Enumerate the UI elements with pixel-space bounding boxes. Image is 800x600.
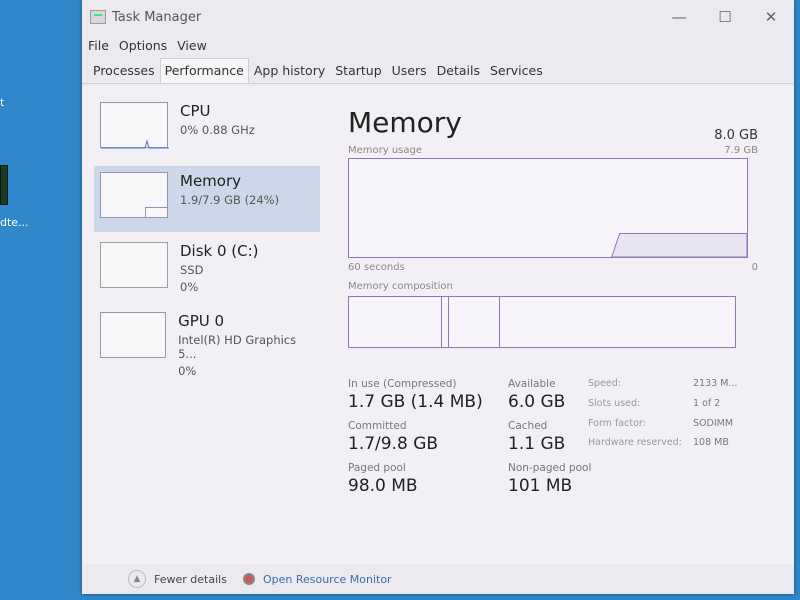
committed-value: 1.7/9.8 GB <box>348 434 439 454</box>
tab-users[interactable]: Users <box>387 58 432 83</box>
composition-label: Memory composition <box>348 281 453 292</box>
time-axis-min: 0 <box>751 262 758 273</box>
nonpaged-pool-label: Non-paged pool <box>508 462 592 474</box>
committed-label: Committed <box>348 420 407 432</box>
usage-area <box>611 232 747 257</box>
cached-label: Cached <box>508 420 548 432</box>
sidebar-item-gpu[interactable]: GPU 0 Intel(R) HD Graphics 5... 0% <box>94 306 320 378</box>
tab-services[interactable]: Services <box>485 58 548 83</box>
title-bar: Task Manager — ☐ ✕ <box>82 0 794 34</box>
sidebar-item-disk[interactable]: Disk 0 (C:) SSD 0% <box>94 236 320 302</box>
cpu-thumbnail-graph <box>100 102 169 149</box>
memory-thumbnail-graph <box>100 172 168 218</box>
sidebar-item-detail: 0% <box>180 280 199 294</box>
desktop-label: dte... <box>0 216 29 229</box>
disk-thumbnail-graph <box>100 242 168 288</box>
sidebar-item-label: CPU <box>180 102 211 120</box>
hardware-info: Speed: 2133 M... Slots used: 1 of 2 Form f… <box>588 378 746 454</box>
composition-in-use[interactable] <box>349 297 442 347</box>
hw-reserved-value: 108 MB <box>693 437 729 449</box>
resource-monitor-icon <box>242 573 255 585</box>
slots-value: 1 of 2 <box>693 397 721 409</box>
in-use-value: 1.7 GB (1.4 MB) <box>348 392 483 412</box>
cached-value: 1.1 GB <box>508 434 566 454</box>
sidebar-item-label: Disk 0 (C:) <box>180 242 259 260</box>
tab-processes[interactable]: Processes <box>88 58 160 83</box>
composition-modified[interactable] <box>442 297 450 347</box>
sidebar-item-memory[interactable]: Memory 1.9/7.9 GB (24%) <box>94 166 320 232</box>
usage-label: Memory usage <box>348 145 423 156</box>
task-manager-icon <box>90 10 106 24</box>
sidebar-item-cpu[interactable]: CPU 0% 0.88 GHz <box>94 96 320 162</box>
sidebar-item-label: GPU 0 <box>178 312 225 330</box>
minimize-button[interactable]: — <box>656 0 702 34</box>
available-value: 6.0 GB <box>508 392 566 412</box>
speed-label: Speed: <box>588 378 621 389</box>
composition-free[interactable] <box>500 297 735 347</box>
sidebar-item-detail: Intel(R) HD Graphics 5... <box>178 333 297 361</box>
page-title: Memory <box>348 106 462 139</box>
menu-bar: File Options View <box>82 34 794 56</box>
composition-standby[interactable] <box>449 297 500 347</box>
menu-options[interactable]: Options <box>119 38 167 53</box>
form-factor-label: Form factor: <box>588 417 646 429</box>
resource-sidebar: CPU 0% 0.88 GHz Memory 1.9/7.9 GB (24%) … <box>94 96 320 378</box>
tab-bar: Processes Performance App history Startu… <box>82 56 794 84</box>
gpu-thumbnail-graph <box>100 312 167 358</box>
fewer-details-button[interactable]: Fewer details <box>154 573 227 586</box>
sidebar-item-detail: SSD <box>180 263 204 277</box>
tab-performance[interactable]: Performance <box>159 58 249 83</box>
hw-reserved-label: Hardware reserved: <box>588 437 682 449</box>
paged-pool-value: 98.0 MB <box>348 476 418 496</box>
nonpaged-pool-value: 101 MB <box>508 476 573 496</box>
sidebar-item-detail: 1.9/7.9 GB (24%) <box>180 193 280 207</box>
memory-details: Memory 8.0 GB Memory usage 7.9 GB 60 sec… <box>348 106 758 496</box>
close-button[interactable]: ✕ <box>748 0 794 34</box>
available-label: Available <box>508 378 556 390</box>
sidebar-item-detail: 0% 0.88 GHz <box>180 123 255 137</box>
memory-composition-bar <box>348 296 736 348</box>
open-resource-monitor-link[interactable]: Open Resource Monitor <box>263 573 392 586</box>
slots-label: Slots used: <box>588 397 641 409</box>
memory-stats: In use (Compressed) 1.7 GB (1.4 MB) Avail… <box>348 378 746 496</box>
form-factor-value: SODIMM <box>693 417 734 429</box>
speed-value: 2133 M... <box>693 378 738 389</box>
sidebar-item-detail: 0% <box>178 364 197 378</box>
sidebar-item-label: Memory <box>180 172 242 190</box>
maximize-button[interactable]: ☐ <box>702 0 748 34</box>
memory-total: 8.0 GB <box>714 128 758 143</box>
desktop-icon[interactable] <box>0 165 8 205</box>
window-title: Task Manager <box>112 9 202 25</box>
menu-file[interactable]: File <box>88 38 109 53</box>
performance-panel: CPU 0% 0.88 GHz Memory 1.9/7.9 GB (24%) … <box>82 86 794 564</box>
desktop-label: t <box>0 96 5 109</box>
usage-max: 7.9 GB <box>724 145 758 156</box>
memory-usage-graph <box>348 158 748 258</box>
tab-app-history[interactable]: App history <box>249 58 330 83</box>
in-use-label: In use (Compressed) <box>348 378 457 390</box>
time-axis-label: 60 seconds <box>348 262 405 273</box>
task-manager-window: Task Manager — ☐ ✕ File Options View Pro… <box>82 0 794 594</box>
menu-view[interactable]: View <box>177 38 207 53</box>
tab-startup[interactable]: Startup <box>330 58 386 83</box>
chevron-up-icon[interactable]: ▲ <box>128 570 146 588</box>
tab-details[interactable]: Details <box>432 58 485 83</box>
paged-pool-label: Paged pool <box>348 462 406 474</box>
footer: ▲ Fewer details Open Resource Monitor <box>82 564 794 594</box>
